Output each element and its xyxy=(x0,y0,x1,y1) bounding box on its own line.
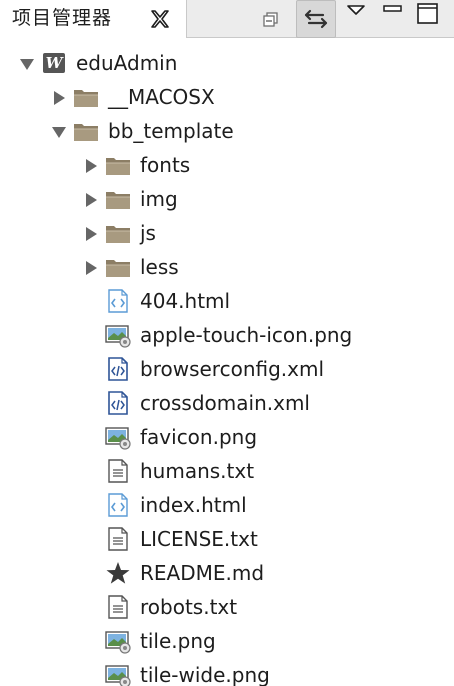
collapsed-arrow-icon[interactable] xyxy=(82,157,100,175)
view-title: 项目管理器 xyxy=(12,7,113,29)
tree-item-label: browserconfig.xml xyxy=(140,357,325,381)
xml-file-icon xyxy=(104,390,132,416)
folder-icon xyxy=(72,118,100,144)
text-file-icon xyxy=(104,458,132,484)
tree-item[interactable]: favicon.png xyxy=(0,420,454,454)
tree-item[interactable]: robots.txt xyxy=(0,590,454,624)
collapsed-arrow-icon[interactable] xyxy=(82,191,100,209)
tree-item[interactable]: WeduAdmin xyxy=(0,46,454,80)
expanded-arrow-icon[interactable] xyxy=(50,123,68,141)
xml-file-icon xyxy=(104,356,132,382)
folder-icon xyxy=(104,186,132,212)
collapsed-arrow-icon[interactable] xyxy=(82,225,100,243)
image-file-icon xyxy=(104,662,132,686)
tree-item-label: crossdomain.xml xyxy=(140,391,310,415)
link-with-editor-icon[interactable] xyxy=(296,0,336,38)
tree-item[interactable]: tile.png xyxy=(0,624,454,658)
project-explorer-tab[interactable]: 项目管理器 xyxy=(0,0,187,38)
minimize-icon[interactable] xyxy=(379,0,405,26)
project-icon: W xyxy=(40,50,68,76)
tree-item[interactable]: apple-touch-icon.png xyxy=(0,318,454,352)
image-file-icon xyxy=(104,628,132,654)
text-file-icon xyxy=(104,594,132,620)
view-menu-icon[interactable] xyxy=(343,0,369,26)
html-file-icon xyxy=(104,288,132,314)
expanded-arrow-icon[interactable] xyxy=(18,55,36,73)
svg-text:W: W xyxy=(46,54,65,72)
tree-item-label: favicon.png xyxy=(140,425,258,449)
collapsed-arrow-icon[interactable] xyxy=(82,259,100,277)
image-file-icon xyxy=(104,424,132,450)
collapsed-arrow-icon[interactable] xyxy=(50,89,68,107)
tree-item-label: less xyxy=(140,255,179,279)
tree-item-label: bb_template xyxy=(108,119,234,143)
tree-item-label: __MACOSX xyxy=(108,85,215,109)
tree-item-label: eduAdmin xyxy=(76,51,178,75)
tree-item-label: img xyxy=(140,187,178,211)
tree-item[interactable]: humans.txt xyxy=(0,454,454,488)
tree-item-label: index.html xyxy=(140,493,247,517)
markdown-star-icon xyxy=(104,560,132,586)
collapse-all-icon[interactable] xyxy=(258,6,284,32)
tree-item[interactable]: less xyxy=(0,250,454,284)
folder-icon xyxy=(104,220,132,246)
view-toolbar: 项目管理器 xyxy=(0,0,454,38)
tree-item-label: tile.png xyxy=(140,629,216,653)
tree-item-label: robots.txt xyxy=(140,595,238,619)
tree-item[interactable]: tile-wide.png xyxy=(0,658,454,686)
folder-icon xyxy=(104,152,132,178)
tree-item[interactable]: bb_template xyxy=(0,114,454,148)
folder-icon xyxy=(104,254,132,280)
text-file-icon xyxy=(104,526,132,552)
tree-item-label: 404.html xyxy=(140,289,231,313)
tree-item[interactable]: index.html xyxy=(0,488,454,522)
tree-item-label: README.md xyxy=(140,561,265,585)
tree-item-label: humans.txt xyxy=(140,459,255,483)
tree-item[interactable]: LICENSE.txt xyxy=(0,522,454,556)
html-file-icon xyxy=(104,492,132,518)
tree-item[interactable]: browserconfig.xml xyxy=(0,352,454,386)
image-file-icon xyxy=(104,322,132,348)
tree-item[interactable]: 404.html xyxy=(0,284,454,318)
tree-item[interactable]: README.md xyxy=(0,556,454,590)
folder-icon xyxy=(72,84,100,110)
tree-item[interactable]: img xyxy=(0,182,454,216)
maximize-icon[interactable] xyxy=(414,0,440,26)
tree-item-label: LICENSE.txt xyxy=(140,527,258,551)
tree-item[interactable]: crossdomain.xml xyxy=(0,386,454,420)
close-x-icon[interactable] xyxy=(149,8,171,30)
tree-item-label: tile-wide.png xyxy=(140,663,270,686)
tree-item-label: fonts xyxy=(140,153,191,177)
tree-item[interactable]: js xyxy=(0,216,454,250)
tree-item-label: js xyxy=(140,221,156,245)
tree-item[interactable]: fonts xyxy=(0,148,454,182)
tree-item[interactable]: __MACOSX xyxy=(0,80,454,114)
tree-item-label: apple-touch-icon.png xyxy=(140,323,353,347)
